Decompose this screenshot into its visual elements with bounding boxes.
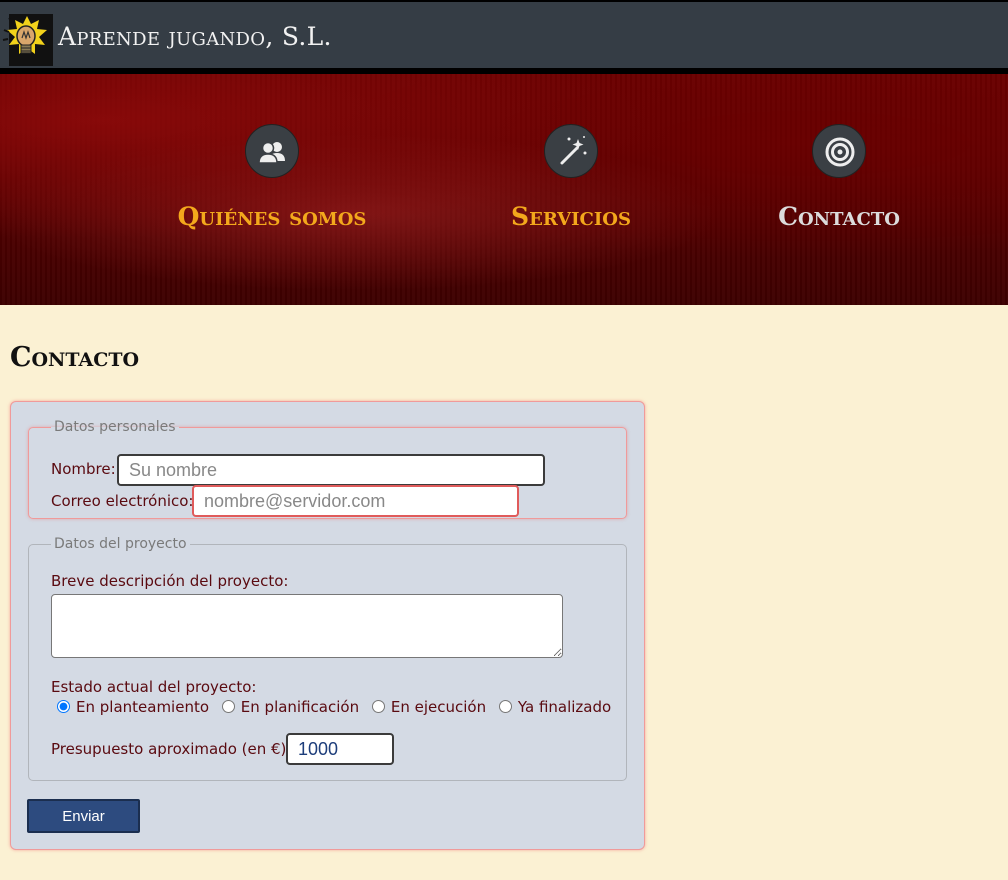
radio-finalizado[interactable] bbox=[498, 700, 512, 713]
status-option-planificacion[interactable]: En planificación bbox=[221, 698, 360, 716]
budget-label: Presupuesto aproximado (en €): bbox=[51, 740, 292, 758]
status-option-ejecucion[interactable]: En ejecución bbox=[371, 698, 487, 716]
target-icon[interactable] bbox=[812, 124, 866, 178]
budget-input[interactable] bbox=[286, 733, 394, 765]
nav-item-quienes-somos[interactable]: Quiénes somos bbox=[162, 74, 382, 305]
legend-datos-personales: Datos personales bbox=[54, 419, 176, 435]
legend-datos-proyecto: Datos del proyecto bbox=[54, 536, 187, 552]
radio-planteamiento[interactable] bbox=[57, 700, 70, 713]
name-input[interactable] bbox=[117, 454, 545, 486]
hero-nav: Quiénes somos Servicios Contacto bbox=[0, 74, 1008, 305]
users-icon[interactable] bbox=[245, 124, 299, 178]
site-header-bar: Aprende jugando, S.L. bbox=[0, 2, 1008, 68]
radio-planificacion[interactable] bbox=[221, 700, 235, 713]
status-label: Estado actual del proyecto: bbox=[51, 678, 257, 696]
email-input[interactable] bbox=[192, 485, 519, 517]
email-label: Correo electrónico: bbox=[51, 492, 194, 510]
radio-ejecucion[interactable] bbox=[371, 700, 385, 713]
status-option-planteamiento[interactable]: En planteamiento bbox=[57, 698, 209, 716]
nav-label-contacto[interactable]: Contacto bbox=[729, 202, 949, 231]
page-title: Contacto bbox=[10, 342, 140, 373]
nav-item-contacto[interactable]: Contacto bbox=[729, 74, 949, 305]
magic-wand-icon[interactable] bbox=[544, 124, 598, 178]
nav-label-quienes-somos[interactable]: Quiénes somos bbox=[162, 202, 382, 231]
radio-label-planificacion: En planificación bbox=[240, 698, 360, 716]
description-textarea[interactable] bbox=[51, 594, 563, 658]
radio-label-planteamiento: En planteamiento bbox=[76, 698, 210, 716]
site-header: Aprende jugando, S.L. bbox=[0, 0, 1008, 74]
status-radio-group: En planteamiento En planificación En eje… bbox=[57, 698, 619, 718]
radio-label-finalizado: Ya finalizado bbox=[517, 698, 612, 716]
submit-button[interactable]: Enviar bbox=[27, 799, 140, 833]
status-option-finalizado[interactable]: Ya finalizado bbox=[498, 698, 612, 716]
contact-form: Datos personales Nombre: Correo electrón… bbox=[10, 401, 645, 850]
nav-label-servicios[interactable]: Servicios bbox=[461, 202, 681, 231]
radio-label-ejecucion: En ejecución bbox=[390, 698, 487, 716]
nav-item-servicios[interactable]: Servicios bbox=[461, 74, 681, 305]
lightbulb-logo-icon[interactable] bbox=[1, 12, 53, 66]
site-title[interactable]: Aprende jugando, S.L. bbox=[58, 22, 332, 51]
name-label: Nombre: bbox=[51, 460, 116, 478]
description-label: Breve descripción del proyecto: bbox=[51, 572, 289, 590]
